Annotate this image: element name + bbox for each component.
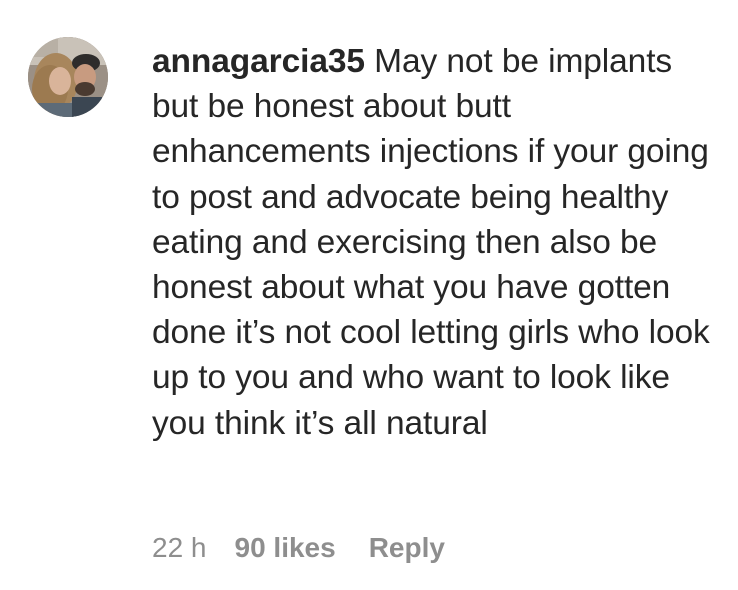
comment-timestamp: 22 h: [152, 532, 207, 563]
profile-photo-icon: [28, 37, 108, 117]
avatar[interactable]: [28, 37, 108, 117]
comment-text: May not be implants but be honest about …: [152, 43, 710, 442]
comment-meta: 22 h 90 likes Reply: [152, 528, 445, 568]
reply-button[interactable]: Reply: [369, 532, 445, 564]
comment-item: annagarcia35 May not be implants but be …: [0, 0, 738, 590]
likes-count-button[interactable]: 90 likes: [235, 532, 336, 564]
comment-username[interactable]: annagarcia35: [152, 43, 365, 80]
comment-text-block: annagarcia35 May not be implants but be …: [152, 39, 727, 446]
